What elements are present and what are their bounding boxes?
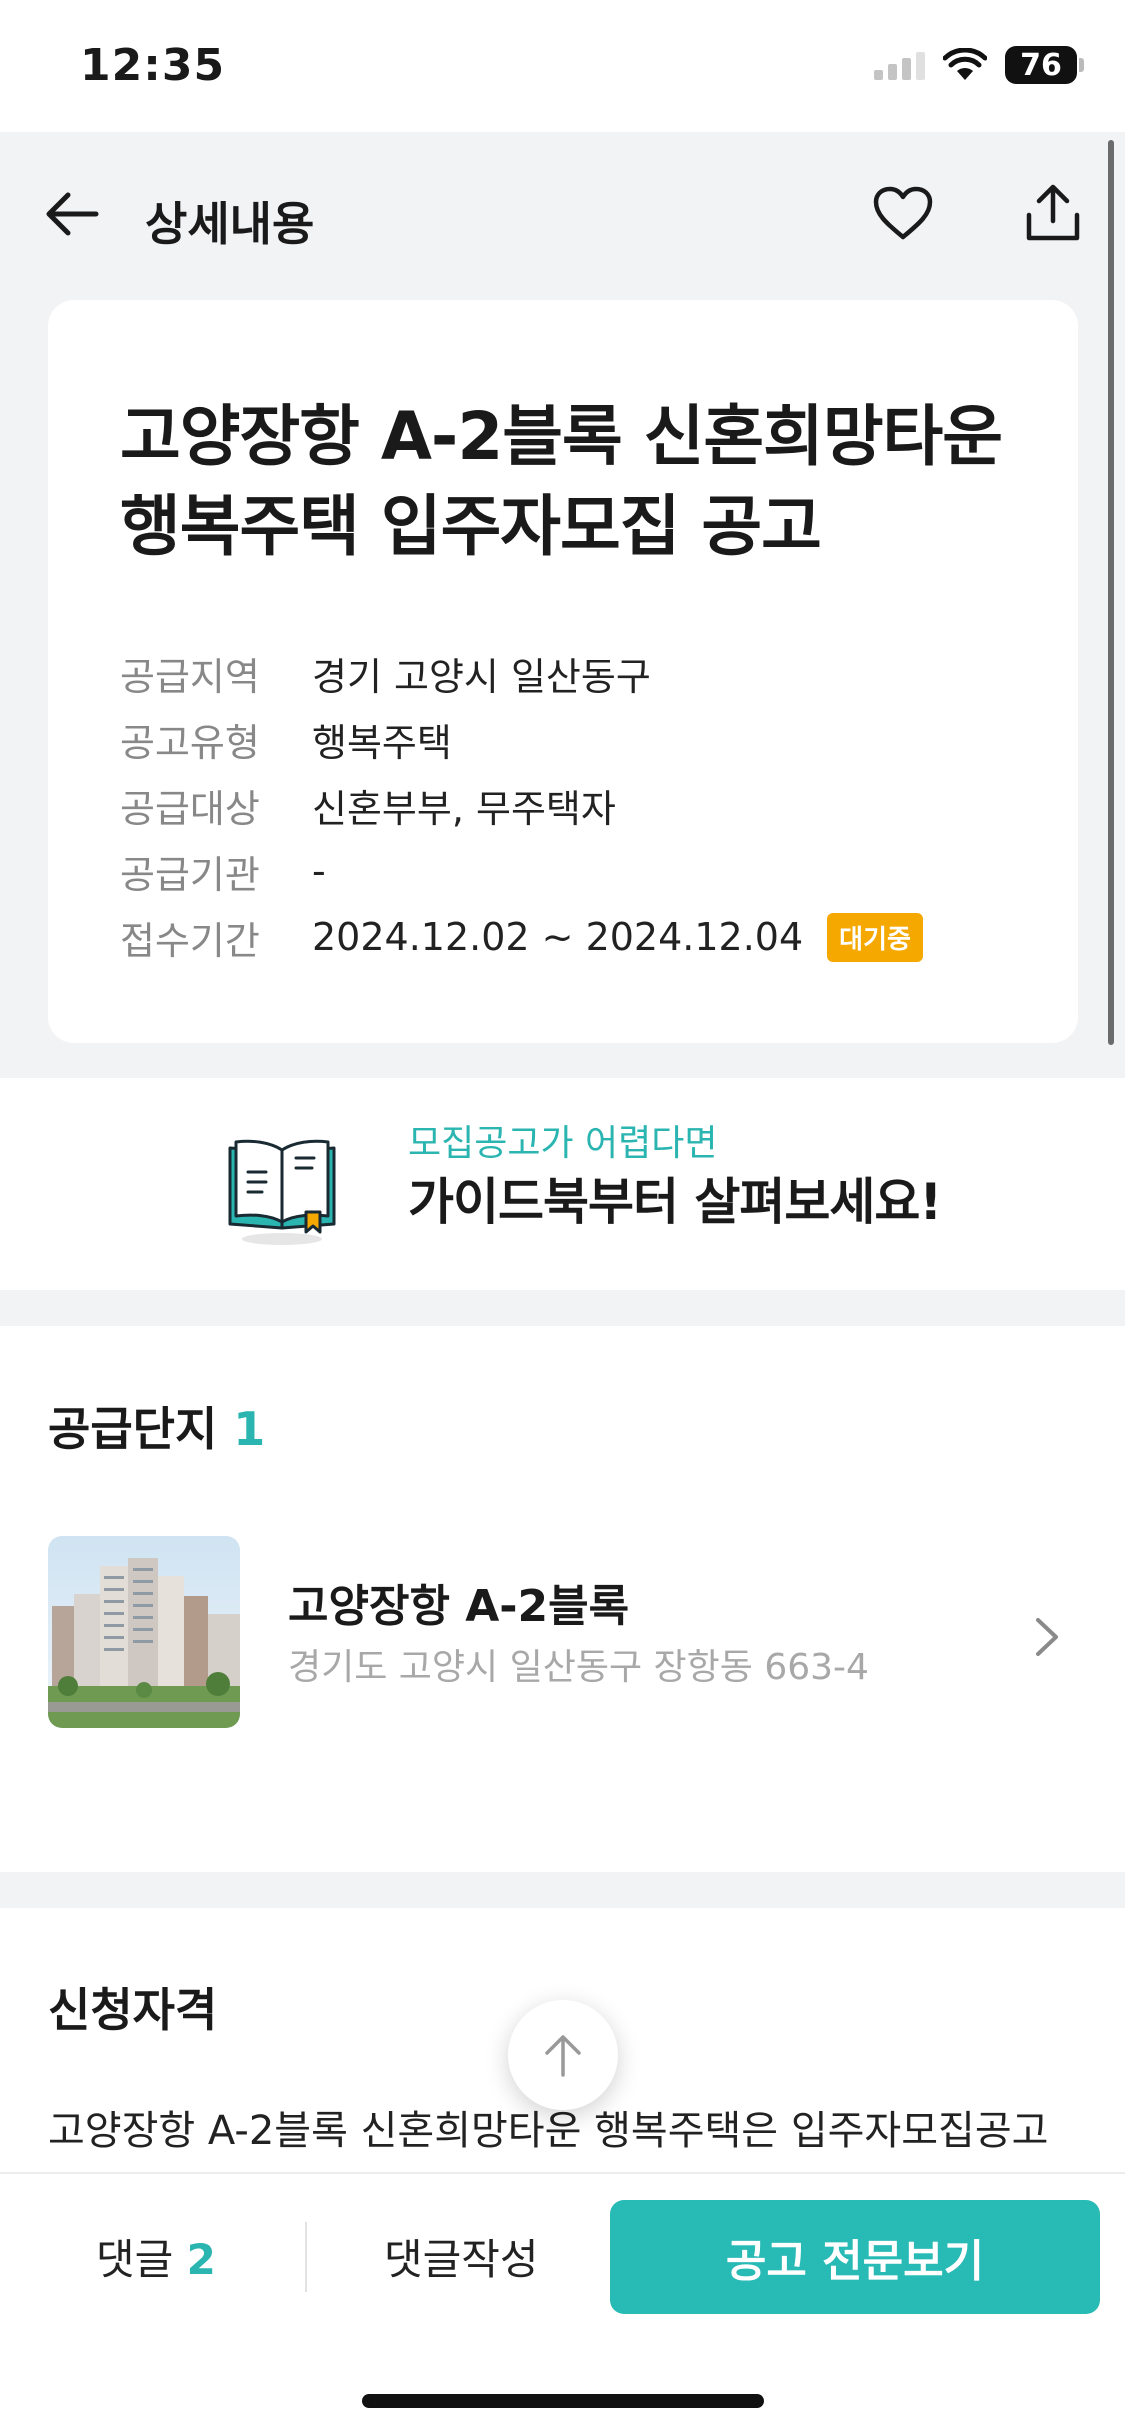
scrollbar[interactable] bbox=[1108, 140, 1114, 1045]
divider bbox=[305, 2222, 307, 2292]
complex-thumbnail bbox=[48, 1536, 240, 1728]
info-value: 신혼부부, 무주택자 bbox=[312, 786, 616, 831]
complex-name: 고양장항 A-2블록 bbox=[288, 1581, 630, 1632]
info-row-target: 공급대상 신혼부부, 무주택자 bbox=[120, 772, 1020, 838]
supply-title-text: 공급단지 bbox=[48, 1402, 218, 1456]
info-label: 공급기관 bbox=[120, 852, 260, 897]
signal-icon bbox=[874, 50, 925, 80]
supply-section-title: 공급단지 1 bbox=[48, 1393, 265, 1459]
status-badge: 대기중 bbox=[827, 912, 923, 962]
info-row-type: 공고유형 행복주택 bbox=[120, 706, 1020, 772]
heart-icon bbox=[873, 186, 933, 240]
section-divider bbox=[0, 1290, 1125, 1326]
guidebook-icon bbox=[228, 1139, 336, 1245]
home-indicator bbox=[362, 2394, 764, 2408]
info-value: - bbox=[312, 849, 326, 893]
battery-icon: 76 bbox=[1005, 46, 1084, 84]
guidebook-banner[interactable]: 모집공고가 어렵다면 가이드북부터 살펴보세요! bbox=[0, 1078, 1125, 1290]
view-full-notice-button[interactable]: 공고 전문보기 bbox=[610, 2200, 1100, 2314]
qualification-section-title: 신청자격 bbox=[48, 1983, 218, 2037]
arrow-left-icon bbox=[46, 192, 99, 236]
guide-subtitle: 모집공고가 어렵다면 bbox=[408, 1123, 718, 1164]
header-bar: 상세내용 bbox=[0, 150, 1125, 280]
wifi-icon bbox=[943, 48, 987, 80]
info-value: 경기 고양시 일산동구 bbox=[312, 654, 651, 699]
info-label: 접수기간 bbox=[120, 918, 260, 963]
info-value: 행복주택 bbox=[312, 720, 452, 765]
info-row-region: 공급지역 경기 고양시 일산동구 bbox=[120, 640, 1020, 706]
info-row-agency: 공급기관 - bbox=[120, 838, 1020, 904]
favorite-button[interactable] bbox=[870, 180, 936, 246]
comment-label: 댓글 bbox=[96, 2235, 174, 2284]
arrow-up-icon bbox=[545, 2035, 581, 2077]
section-divider bbox=[0, 1872, 1125, 1908]
share-icon bbox=[1026, 184, 1080, 241]
status-bar: 12:35 76 bbox=[0, 0, 1125, 132]
info-label: 공고유형 bbox=[120, 720, 260, 765]
notice-title: 고양장항 A-2블록 신혼희망타운 행복주택 입주자모집 공고 bbox=[120, 398, 1003, 565]
status-time: 12:35 bbox=[80, 40, 226, 91]
complex-list-item[interactable]: 고양장항 A-2블록 경기도 고양시 일산동구 장항동 663-4 bbox=[48, 1536, 1078, 1730]
comments-button[interactable]: 댓글 2 bbox=[96, 2226, 216, 2287]
write-comment-button[interactable]: 댓글작성 bbox=[384, 2226, 539, 2287]
info-value: 2024.12.02 ~ 2024.12.04 bbox=[312, 915, 804, 959]
status-icons: 76 bbox=[874, 46, 1084, 84]
guide-title: 가이드북부터 살펴보세요! bbox=[408, 1173, 942, 1231]
notice-card: 고양장항 A-2블록 신혼희망타운 행복주택 입주자모집 공고 공급지역 경기 … bbox=[48, 300, 1078, 1043]
info-row-period: 접수기간 2024.12.02 ~ 2024.12.04 대기중 bbox=[120, 904, 1020, 970]
info-label: 공급지역 bbox=[120, 654, 260, 699]
notice-info-list: 공급지역 경기 고양시 일산동구 공고유형 행복주택 공급대상 신혼부부, 무주… bbox=[120, 640, 1020, 970]
info-label: 공급대상 bbox=[120, 786, 260, 831]
comment-count: 2 bbox=[186, 2235, 216, 2284]
scroll-top-button[interactable] bbox=[508, 2000, 618, 2110]
share-button[interactable] bbox=[1020, 180, 1086, 246]
chevron-right-icon bbox=[1036, 1618, 1058, 1656]
page-title: 상세내용 bbox=[145, 197, 315, 251]
supply-count: 1 bbox=[233, 1402, 266, 1456]
complex-address: 경기도 고양시 일산동구 장항동 663-4 bbox=[288, 1647, 869, 1688]
back-button[interactable] bbox=[40, 182, 104, 246]
